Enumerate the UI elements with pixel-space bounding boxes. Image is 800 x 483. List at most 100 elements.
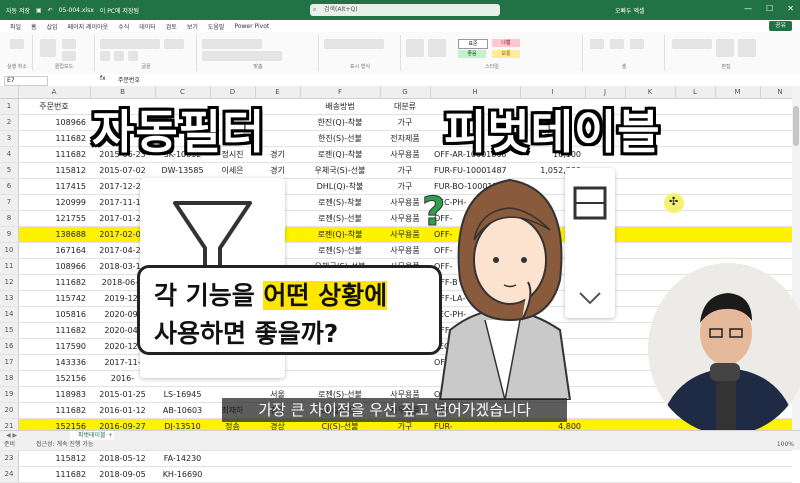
table-cell[interactable]: 로젠(Q)-착불 bbox=[300, 147, 380, 162]
conditional-format-button[interactable] bbox=[406, 39, 424, 57]
italic-button[interactable] bbox=[114, 51, 124, 61]
tab-insert[interactable]: 삽입 bbox=[47, 22, 58, 31]
column-header[interactable]: F bbox=[300, 86, 381, 98]
table-cell[interactable]: 2015-01-25 bbox=[90, 387, 155, 402]
format-cells-button[interactable] bbox=[630, 39, 644, 49]
table-cell[interactable]: 118983 bbox=[18, 387, 90, 402]
select-all-corner[interactable] bbox=[0, 86, 19, 98]
row-number[interactable]: 3 bbox=[0, 131, 19, 146]
table-cell[interactable]: LS-16945 bbox=[155, 387, 210, 402]
tab-formulas[interactable]: 수식 bbox=[118, 22, 129, 31]
table-cell[interactable] bbox=[430, 467, 520, 482]
wrap-text-button[interactable] bbox=[202, 39, 262, 49]
table-cell[interactable]: 143336 bbox=[18, 355, 90, 370]
font-name-select[interactable] bbox=[100, 39, 160, 49]
table-cell[interactable] bbox=[255, 467, 300, 482]
column-header[interactable]: L bbox=[675, 86, 716, 98]
table-cell[interactable]: 2018-09-05 bbox=[90, 467, 155, 482]
table-cell[interactable]: 117590 bbox=[18, 339, 90, 354]
find-select-button[interactable] bbox=[738, 39, 756, 57]
accessibility-status[interactable]: 접근성: 계속 진행 가능 bbox=[36, 440, 93, 450]
table-cell[interactable]: 111682 bbox=[18, 403, 90, 418]
row-number[interactable]: 10 bbox=[0, 243, 19, 258]
table-cell[interactable]: 한진(S)-선불 bbox=[300, 131, 380, 146]
table-cell[interactable]: DW-13585 bbox=[155, 163, 210, 178]
table-cell[interactable] bbox=[430, 451, 520, 466]
row-number[interactable]: 24 bbox=[0, 467, 19, 482]
formula-input[interactable]: 주문번호 bbox=[118, 75, 140, 84]
table-cell[interactable]: 105816 bbox=[18, 307, 90, 322]
bold-button[interactable] bbox=[100, 51, 110, 61]
number-format-select[interactable] bbox=[324, 39, 384, 49]
tab-file[interactable]: 파일 bbox=[10, 22, 21, 31]
table-cell[interactable]: 108966 bbox=[18, 115, 90, 130]
table-cell[interactable]: 138688 bbox=[18, 227, 90, 242]
table-cell[interactable]: 우체국(S)-선불 bbox=[300, 163, 380, 178]
fx-icon[interactable]: fx bbox=[100, 75, 106, 82]
table-cell[interactable]: 로젠(S)-선불 bbox=[300, 243, 380, 258]
table-cell[interactable]: 경기 bbox=[255, 163, 300, 178]
table-cell[interactable]: 한진(Q)-착불 bbox=[300, 115, 380, 130]
undo-icon[interactable]: ↶ bbox=[48, 7, 53, 14]
tab-review[interactable]: 검토 bbox=[166, 22, 177, 31]
autosave-toggle[interactable]: 자동 저장 bbox=[6, 6, 30, 15]
table-cell[interactable]: 167164 bbox=[18, 243, 90, 258]
style-good[interactable]: 좋음 bbox=[458, 50, 486, 58]
close-icon[interactable]: ✕ bbox=[787, 4, 794, 13]
table-cell[interactable] bbox=[300, 371, 380, 386]
table-cell[interactable] bbox=[210, 467, 255, 482]
font-size-select[interactable] bbox=[164, 39, 184, 49]
insert-cells-button[interactable] bbox=[590, 39, 604, 49]
row-number[interactable]: 1 bbox=[0, 99, 19, 114]
maximize-icon[interactable]: ☐ bbox=[766, 4, 773, 13]
zoom-level[interactable]: 100% bbox=[777, 440, 794, 450]
format-as-table-button[interactable] bbox=[428, 39, 446, 57]
tab-home[interactable]: 홈 bbox=[31, 22, 37, 31]
table-cell[interactable] bbox=[300, 355, 380, 370]
table-cell[interactable] bbox=[300, 467, 380, 482]
table-cell[interactable]: 사무용품 bbox=[380, 147, 430, 162]
table-cell[interactable]: 로젠(S)-선불 bbox=[300, 211, 380, 226]
table-cell[interactable] bbox=[520, 467, 585, 482]
style-normal[interactable]: 표준 bbox=[458, 39, 488, 49]
row-number[interactable]: 18 bbox=[0, 371, 19, 386]
table-cell[interactable]: 115742 bbox=[18, 291, 90, 306]
minimize-icon[interactable]: — bbox=[744, 4, 752, 13]
style-bad[interactable]: 나쁨 bbox=[492, 39, 520, 47]
table-cell[interactable]: 111682 bbox=[18, 467, 90, 482]
table-cell[interactable]: AB-10603 bbox=[155, 403, 210, 418]
table-cell[interactable]: 108966 bbox=[18, 259, 90, 274]
tab-view[interactable]: 보기 bbox=[187, 22, 198, 31]
scroll-thumb[interactable] bbox=[793, 106, 799, 146]
table-cell[interactable] bbox=[300, 451, 380, 466]
row-number[interactable]: 12 bbox=[0, 275, 19, 290]
underline-button[interactable] bbox=[128, 51, 138, 61]
table-cell[interactable]: DHL(Q)-착불 bbox=[300, 179, 380, 194]
table-cell[interactable]: 111682 bbox=[18, 323, 90, 338]
table-cell[interactable]: 로젠(S)-착불 bbox=[300, 195, 380, 210]
row-number[interactable]: 23 bbox=[0, 451, 19, 466]
column-header[interactable]: G bbox=[380, 86, 431, 98]
name-box[interactable]: E7 bbox=[4, 76, 48, 86]
merge-center-button[interactable] bbox=[202, 51, 282, 61]
table-cell[interactable] bbox=[255, 451, 300, 466]
table-cell[interactable]: KH-16690 bbox=[155, 467, 210, 482]
table-cell[interactable]: 111682 bbox=[18, 275, 90, 290]
row-number[interactable]: 5 bbox=[0, 163, 19, 178]
table-cell[interactable]: 111682 bbox=[18, 147, 90, 162]
table-cell[interactable]: FA-14230 bbox=[155, 451, 210, 466]
table-cell[interactable]: 2015-07-02 bbox=[90, 163, 155, 178]
table-cell[interactable] bbox=[380, 467, 430, 482]
search-input[interactable]: ⌕ 검색(Alt+Q) bbox=[310, 4, 500, 16]
row-number[interactable]: 14 bbox=[0, 307, 19, 322]
tab-data[interactable]: 데이터 bbox=[139, 22, 156, 31]
table-cell[interactable]: 이세은 bbox=[210, 163, 255, 178]
header-cell-shipping[interactable]: 배송방법 bbox=[300, 99, 380, 114]
column-header[interactable]: A bbox=[18, 86, 91, 98]
table-cell[interactable]: 120999 bbox=[18, 195, 90, 210]
table-cell[interactable]: 가구 bbox=[380, 115, 430, 130]
copy-button[interactable] bbox=[62, 51, 76, 61]
table-cell[interactable]: 152156 bbox=[18, 371, 90, 386]
row-number[interactable]: 13 bbox=[0, 291, 19, 306]
table-cell[interactable] bbox=[520, 451, 585, 466]
